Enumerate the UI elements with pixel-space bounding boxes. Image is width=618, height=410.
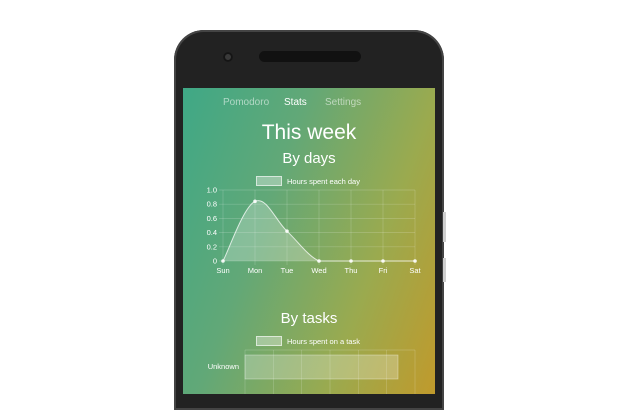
camera-icon [223,52,233,62]
speaker-grille [259,51,361,62]
app-screen: Pomodoro Stats Settings This week By day… [183,88,435,394]
tasks-bar-chart: Unknown [208,349,416,394]
volume-button [443,212,446,242]
category-label: Unknown [208,362,239,371]
bar [244,354,399,380]
power-button [443,258,446,282]
